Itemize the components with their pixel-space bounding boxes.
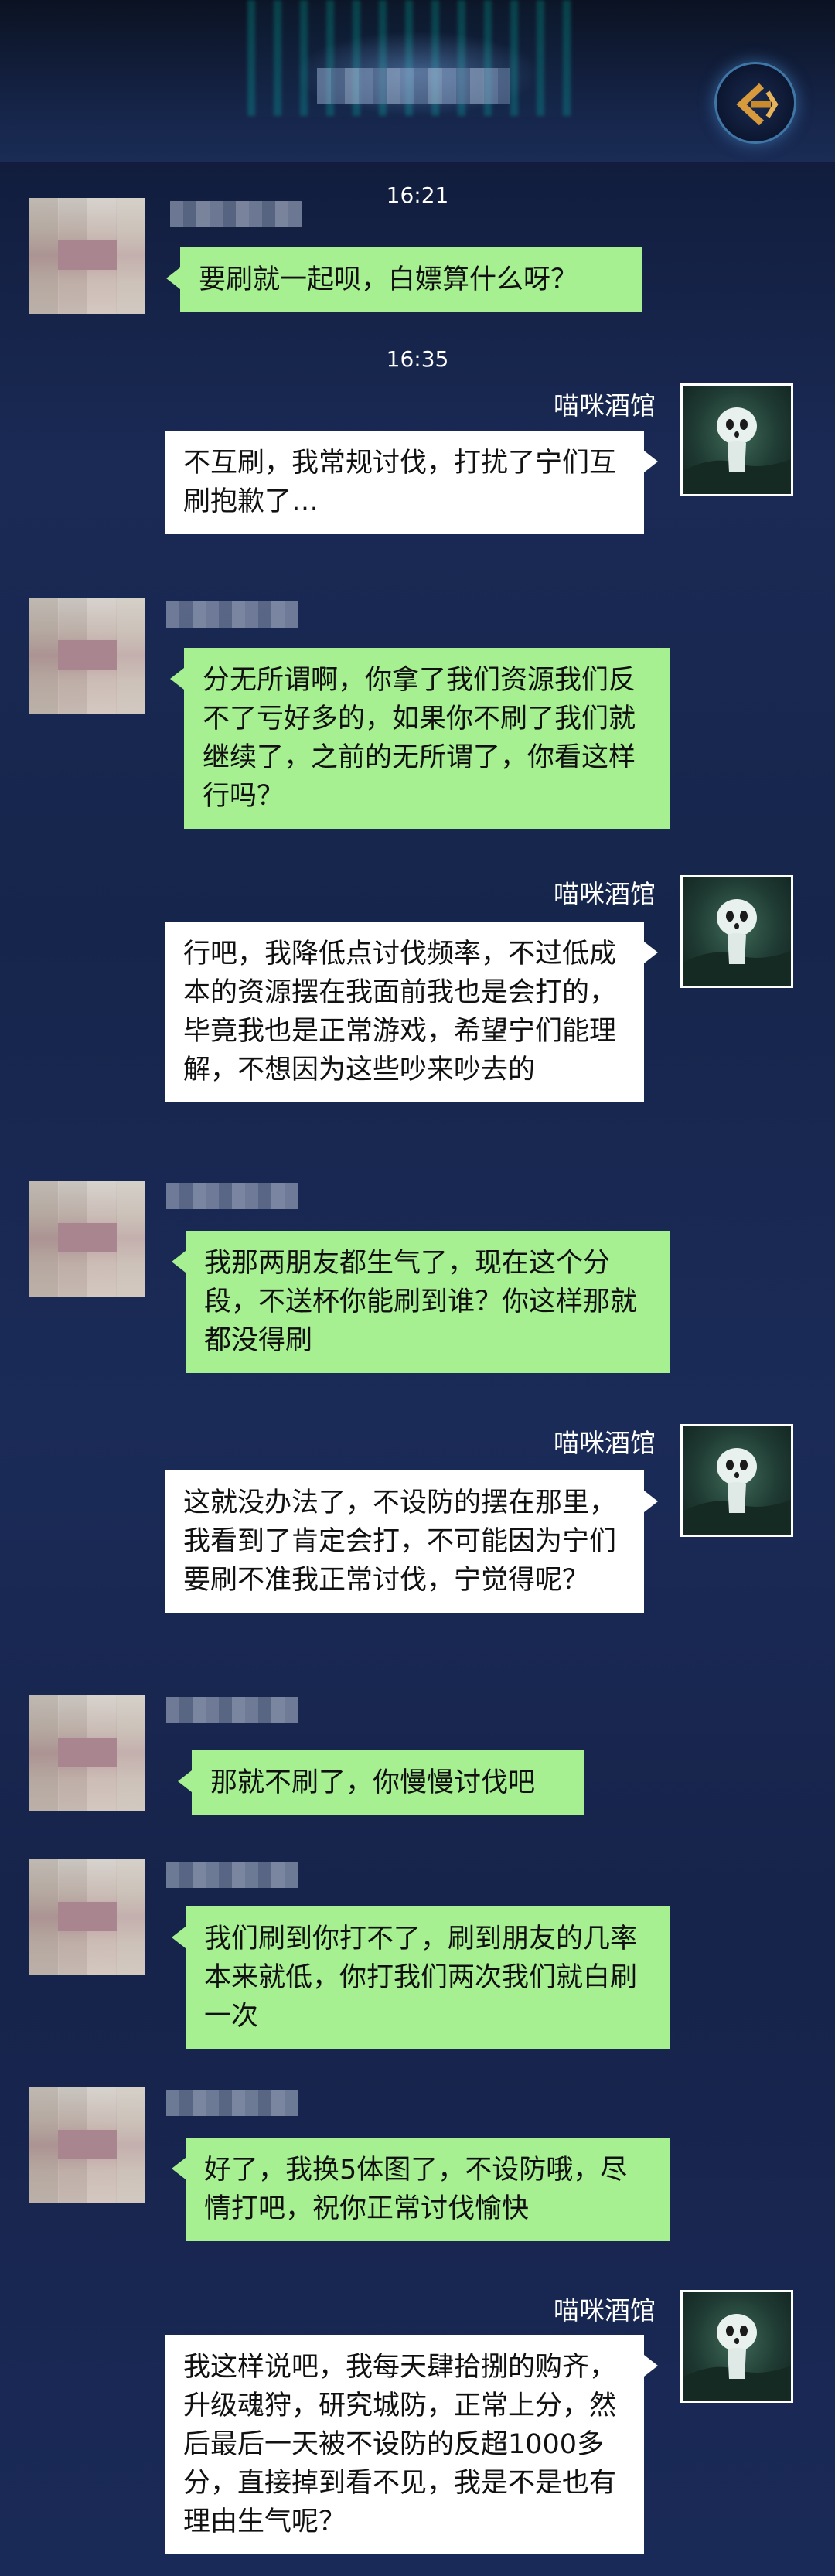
kodama-avatar-image: [683, 407, 791, 494]
avatar[interactable]: [29, 2087, 145, 2203]
back-button[interactable]: [714, 62, 796, 144]
blurred-sender-name: [170, 201, 302, 227]
blurred-sender-name: [166, 1697, 298, 1723]
kodama-avatar-image: [683, 1448, 791, 1535]
blurred-sender-name: [166, 601, 298, 628]
chat-header: [0, 0, 835, 162]
avatar[interactable]: [29, 1859, 145, 1975]
avatar[interactable]: [680, 2290, 793, 2403]
avatar[interactable]: [680, 383, 793, 496]
message-bubble[interactable]: 这就没办法了，不设防的摆在那里，我看到了肯定会打，不可能因为宁们要刷不准我正常讨…: [165, 1470, 658, 1613]
avatar[interactable]: [680, 1424, 793, 1537]
back-arrow-icon: [736, 83, 779, 126]
avatar[interactable]: [29, 1181, 145, 1297]
avatar[interactable]: [29, 598, 145, 714]
blurred-sender-name: [166, 2090, 298, 2116]
blurred-sender-name: [166, 1183, 298, 1209]
timestamp: 16:35: [386, 346, 449, 372]
sender-name: 喵咪酒馆: [554, 1428, 656, 1458]
avatar[interactable]: [29, 198, 145, 314]
message-bubble[interactable]: 好了，我换5体图了，不设防哦，尽情打吧，祝你正常讨伐愉快: [172, 2138, 670, 2241]
message-bubble[interactable]: 那就不刷了，你慢慢讨伐吧: [178, 1750, 584, 1815]
message-bubble[interactable]: 行吧，我降低点讨伐频率，不过低成本的资源摆在我面前我也是会打的，毕竟我也是正常游…: [165, 922, 658, 1102]
blurred-sender-name: [166, 1862, 298, 1888]
blurred-header-title: [317, 68, 510, 104]
avatar[interactable]: [29, 1695, 145, 1811]
message-bubble[interactable]: 要刷就一起呗，白嫖算什么呀？: [166, 247, 642, 312]
sender-name: 喵咪酒馆: [554, 2295, 656, 2326]
avatar[interactable]: [680, 875, 793, 988]
message-bubble[interactable]: 我那两朋友都生气了，现在这个分段，不送杯你能刷到谁？你这样那就都没得刷: [172, 1231, 670, 1373]
message-bubble[interactable]: 分无所谓啊，你拿了我们资源我们反不了亏好多的，如果你不刷了我们就继续了，之前的无…: [170, 648, 670, 829]
kodama-avatar-image: [683, 899, 791, 986]
sender-name: 喵咪酒馆: [554, 390, 656, 421]
sender-name: 喵咪酒馆: [554, 879, 656, 909]
message-bubble[interactable]: 不互刷，我常规讨伐，打扰了宁们互刷抱歉了…: [165, 431, 658, 534]
message-bubble[interactable]: 我们刷到你打不了，刷到朋友的几率本来就低，你打我们两次我们就白刷一次: [172, 1906, 670, 2049]
kodama-avatar-image: [683, 2314, 791, 2401]
message-bubble[interactable]: 我这样说吧，我每天肆拾捌的购齐，升级魂狩，研究城防，正常上分，然后最后一天被不设…: [165, 2335, 658, 2554]
